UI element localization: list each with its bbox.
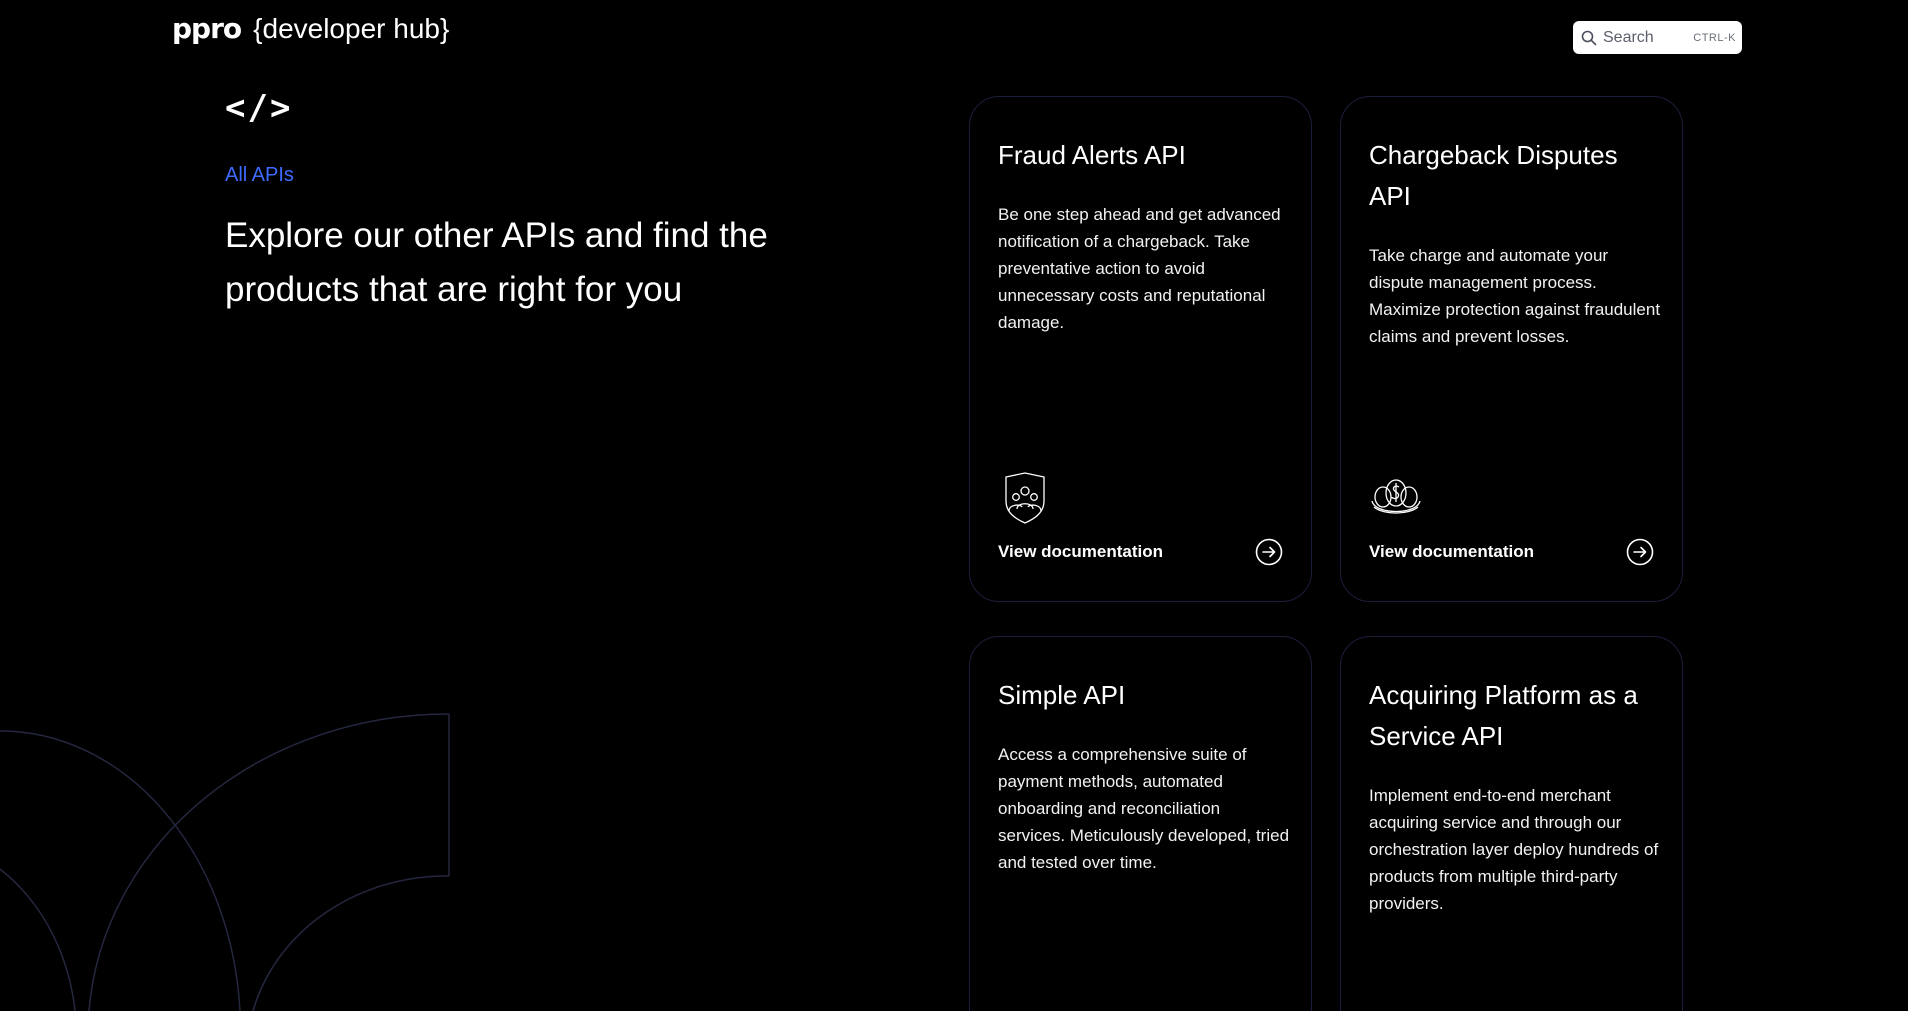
page-headline: Explore our other APIs and find the prod… xyxy=(225,216,768,309)
search-placeholder: Search xyxy=(1603,28,1654,46)
view-documentation-label: View documentation xyxy=(1369,542,1534,561)
card-title: Fraud Alerts API xyxy=(998,140,1186,170)
logo-subtitle: {developer hub} xyxy=(253,13,450,44)
shield-people-icon xyxy=(1005,472,1045,524)
decorative-arcs xyxy=(0,713,450,1011)
money-eggs-nest-icon xyxy=(1371,479,1421,514)
api-card-acquiring-platform[interactable]: Acquiring Platform as a Service API Impl… xyxy=(1340,636,1683,1011)
card-description: Implement end-to-end merchant acquiring … xyxy=(1369,786,1659,913)
code-icon: </> xyxy=(225,88,293,128)
logo-wordmark: ppro xyxy=(172,12,242,45)
card-title: Simple API xyxy=(998,680,1126,710)
page: ppro {developer hub} Search CTRL-K </> A… xyxy=(0,0,1908,1011)
api-card-chargeback-disputes[interactable]: Chargeback Disputes API Take charge and … xyxy=(1340,96,1683,602)
api-card-simple[interactable]: Simple API Access a comprehensive suite … xyxy=(969,636,1312,1011)
api-card-fraud-alerts[interactable]: Fraud Alerts API Be one step ahead and g… xyxy=(969,96,1312,602)
search-icon xyxy=(1581,30,1597,45)
search-shortcut: CTRL-K xyxy=(1693,31,1736,44)
breadcrumb-all-apis[interactable]: All APIs xyxy=(225,164,294,187)
card-description: Be one step ahead and get advanced notif… xyxy=(998,205,1281,332)
card-description: Take charge and automate your dispute ma… xyxy=(1369,246,1661,346)
view-documentation-link[interactable]: View documentation xyxy=(1369,537,1654,567)
view-documentation-link[interactable]: View documentation xyxy=(998,537,1283,567)
search-input[interactable]: Search CTRL-K xyxy=(1573,21,1742,54)
card-title: Acquiring Platform as a Service API xyxy=(1369,680,1638,751)
arrow-right-circle-icon[interactable] xyxy=(1255,538,1283,566)
site-logo[interactable]: ppro {developer hub} xyxy=(172,12,449,45)
card-title: Chargeback Disputes API xyxy=(1369,140,1618,211)
view-documentation-label: View documentation xyxy=(998,542,1163,561)
card-description: Access a comprehensive suite of payment … xyxy=(998,745,1290,872)
arrow-right-circle-icon[interactable] xyxy=(1626,538,1654,566)
